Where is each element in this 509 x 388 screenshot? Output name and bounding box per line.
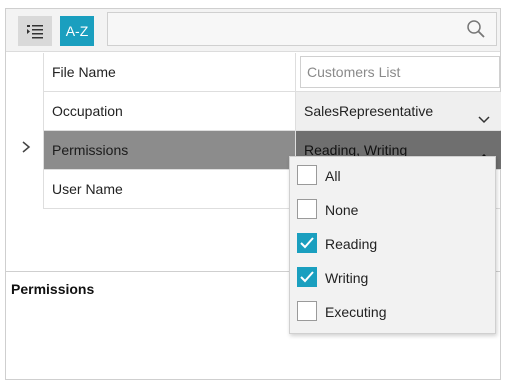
file-name-field[interactable]: Customers List: [300, 56, 500, 88]
sort-alphabetical-button[interactable]: A-Z: [60, 16, 94, 46]
option-reading[interactable]: Reading: [290, 227, 495, 261]
checkmark-icon: [300, 271, 314, 283]
permissions-dropdown: All None Reading Writing Executing: [289, 156, 496, 334]
checkbox-checked[interactable]: [297, 233, 317, 253]
option-writing[interactable]: Writing: [290, 261, 495, 295]
occupation-value: SalesRepresentative: [304, 103, 434, 119]
search-input[interactable]: [107, 12, 497, 46]
checkbox-checked[interactable]: [297, 267, 317, 287]
toolbar: A-Z: [6, 9, 500, 52]
categorized-list-icon: [27, 25, 43, 39]
option-none[interactable]: None: [290, 193, 495, 227]
property-name: User Name: [43, 170, 295, 209]
option-label: All: [325, 168, 341, 184]
property-name: Permissions: [43, 131, 295, 170]
option-label: Executing: [325, 304, 387, 320]
occupation-combo[interactable]: SalesRepresentative: [296, 92, 501, 130]
option-executing[interactable]: Executing: [290, 295, 495, 329]
checkmark-icon: [300, 237, 314, 249]
checkbox[interactable]: [297, 199, 317, 219]
checkbox[interactable]: [297, 165, 317, 185]
property-row-file-name[interactable]: File Name Customers List: [43, 53, 500, 92]
option-label: Reading: [325, 236, 378, 252]
property-value-cell: SalesRepresentative: [295, 92, 501, 131]
search-icon: [466, 19, 486, 44]
property-row-occupation[interactable]: Occupation SalesRepresentative: [43, 92, 501, 131]
property-value-cell: Customers List: [295, 53, 500, 92]
property-name: File Name: [43, 53, 295, 92]
chevron-right-icon: [19, 139, 33, 155]
property-name: Occupation: [43, 92, 295, 131]
option-label: Writing: [325, 270, 369, 286]
option-all[interactable]: All: [290, 159, 495, 193]
categorize-button[interactable]: [18, 16, 52, 46]
checkbox[interactable]: [297, 301, 317, 321]
description-title: Permissions: [11, 281, 95, 297]
option-label: None: [325, 202, 359, 218]
